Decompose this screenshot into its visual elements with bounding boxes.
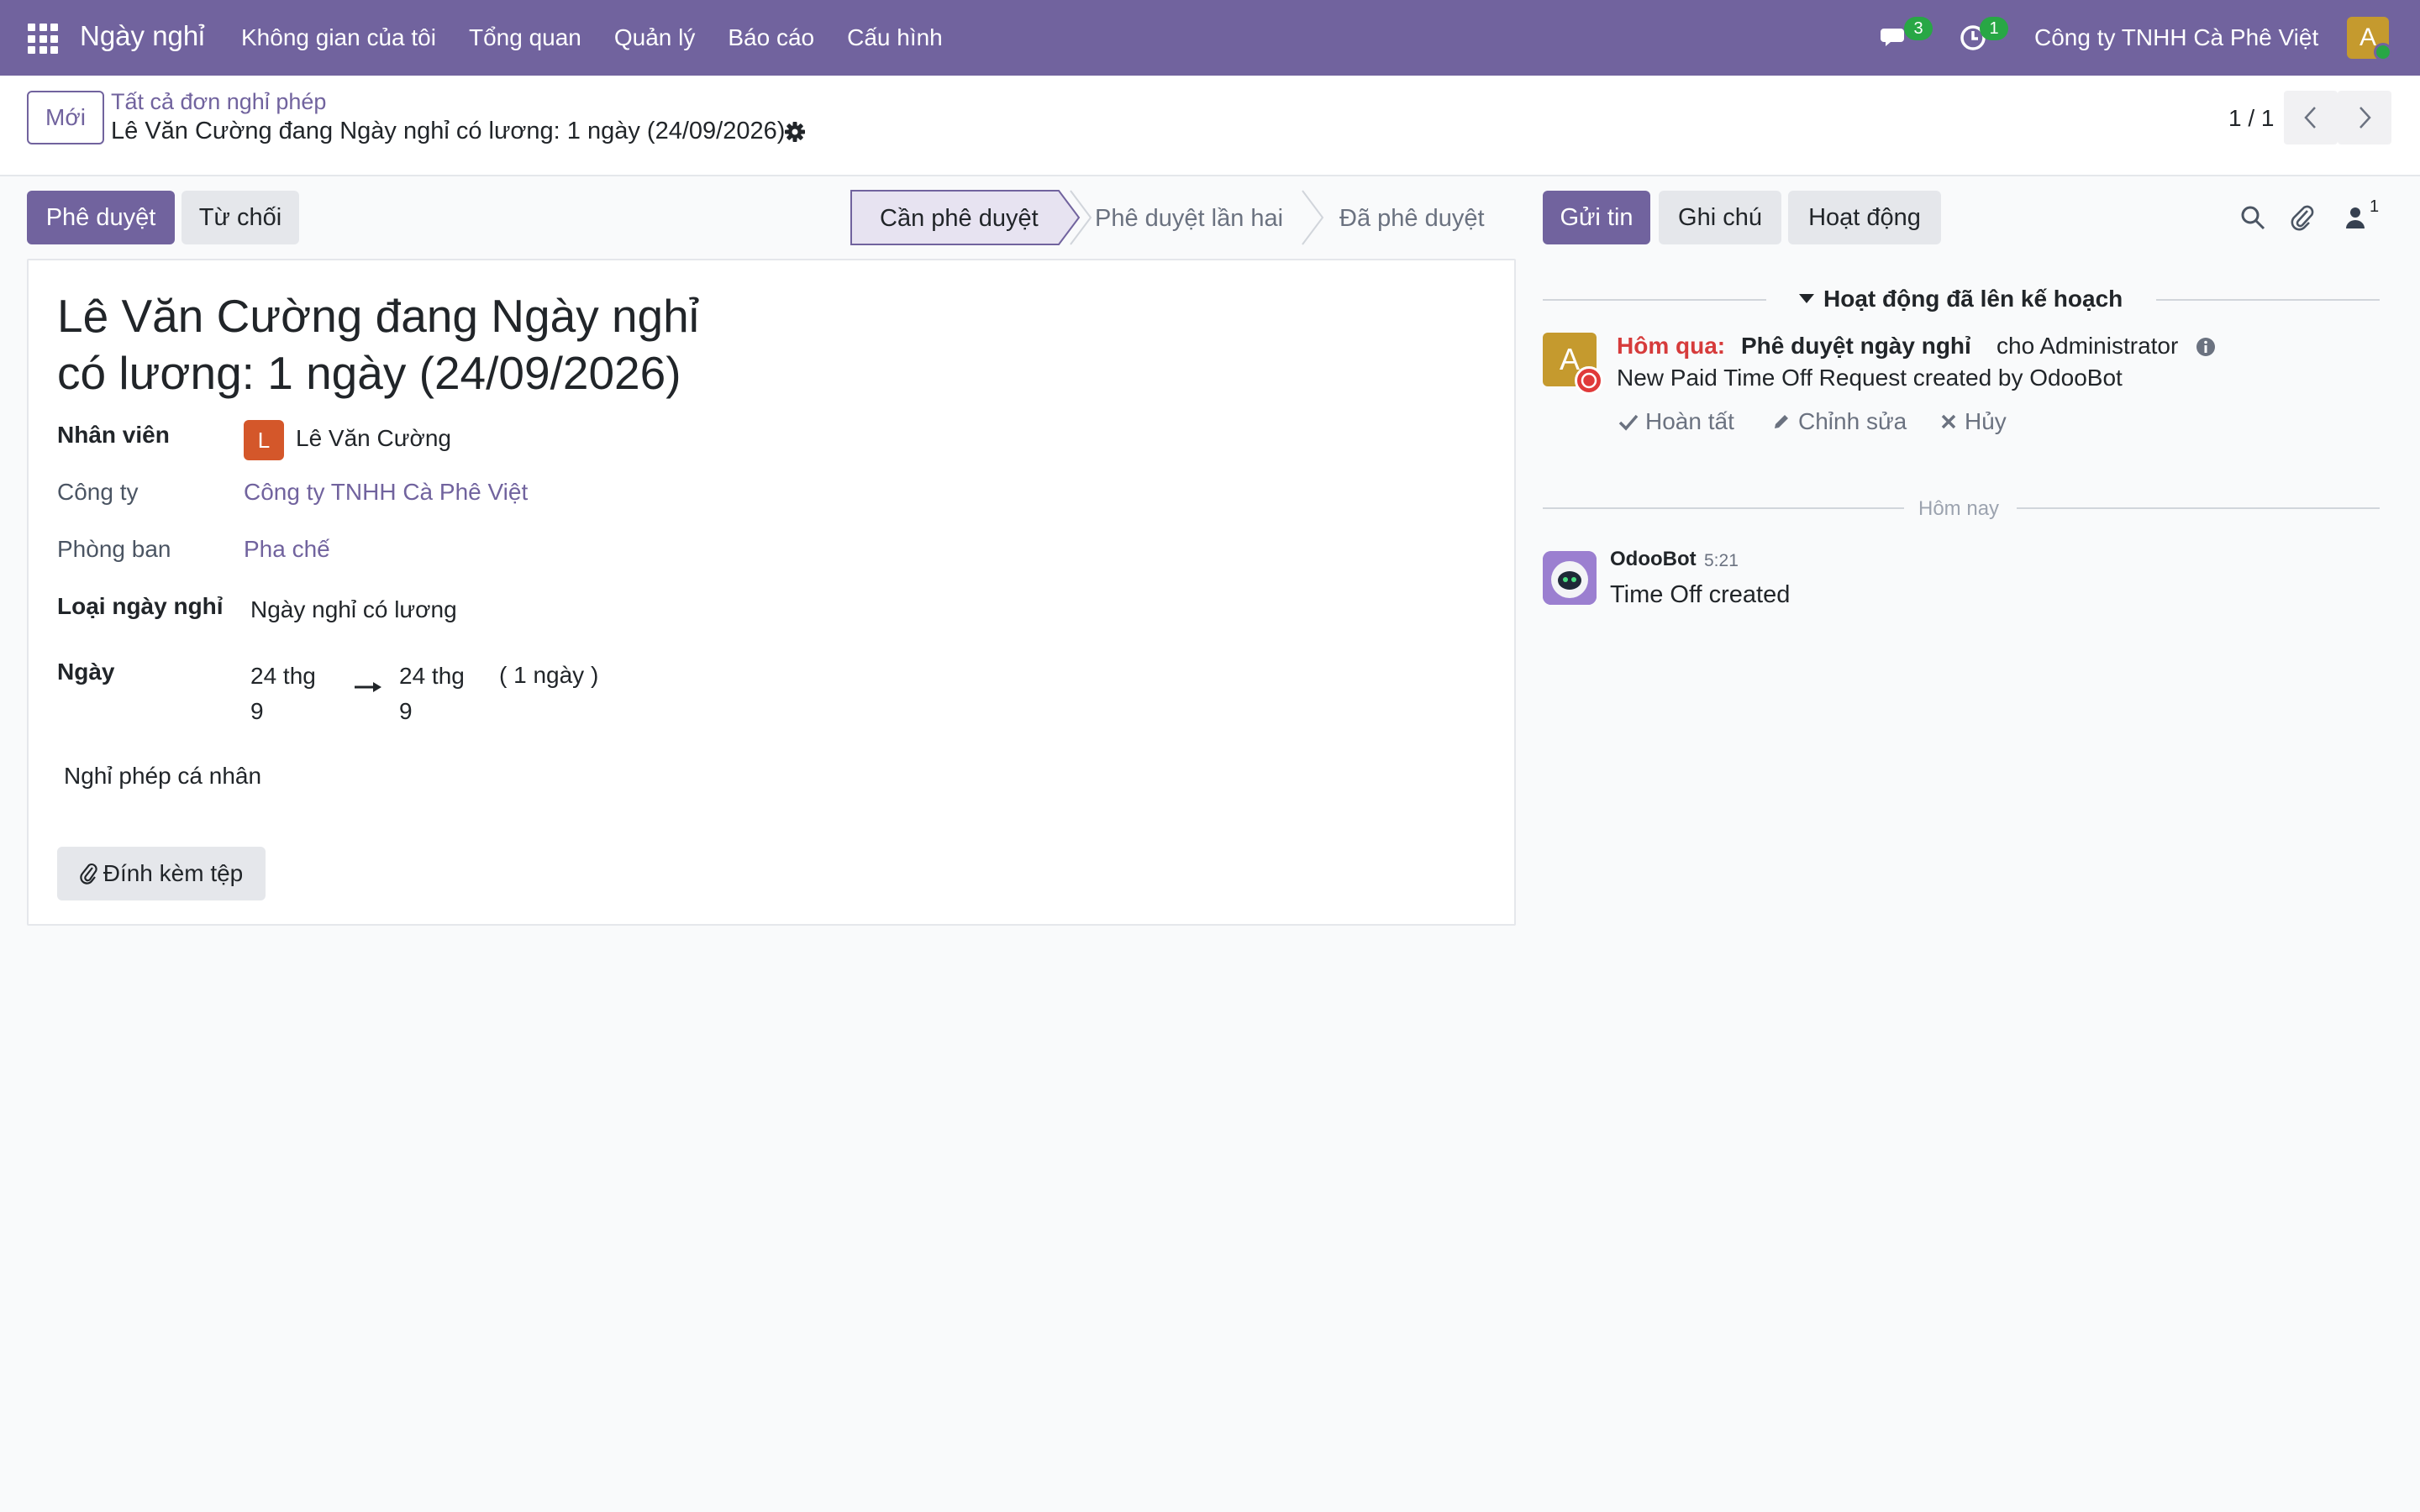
- activity-type-badge: [1575, 366, 1603, 395]
- pager-next-button[interactable]: [2338, 91, 2391, 144]
- activity-summary: Phê duyệt ngày nghỉ: [1741, 333, 1971, 359]
- search-icon[interactable]: [2238, 203, 2267, 232]
- pager-previous-button[interactable]: [2284, 91, 2338, 144]
- paperclip-icon[interactable]: [2289, 203, 2317, 232]
- status-bar: Cần phê duyệt Phê duyệt lần hai Đã phê d…: [850, 190, 1516, 245]
- app-name[interactable]: Ngày nghỉ: [80, 20, 205, 52]
- online-status-dot: [2374, 43, 2392, 61]
- arrow-right-icon: [355, 682, 381, 692]
- main-navbar: Ngày nghỉ Không gian của tôi Tổng quan Q…: [0, 0, 2420, 76]
- activity-due-label: Hôm qua:: [1617, 333, 1726, 359]
- message-author[interactable]: OdooBot: [1610, 548, 1697, 571]
- date-to-line-1: 24 thg: [399, 663, 465, 689]
- activities-button[interactable]: Hoạt động: [1788, 191, 1941, 244]
- department-link[interactable]: Pha chế: [244, 536, 330, 563]
- employee-label: Nhân viên: [57, 422, 170, 448]
- chevron-right-icon: [2360, 107, 2371, 129]
- form-sheet: Lê Văn Cường đang Ngày nghỉ có lương: 1 …: [27, 259, 1516, 926]
- send-message-button[interactable]: Gửi tin: [1543, 191, 1650, 244]
- mark-done-label: Hoàn tất: [1645, 408, 1734, 434]
- today-separator: Hôm nay: [1918, 497, 2000, 520]
- record-title: Lê Văn Cường đang Ngày nghỉ có lương: 1 …: [57, 287, 813, 402]
- date-from-field[interactable]: 24 thg 9: [250, 659, 316, 729]
- messages-count-badge: 3: [1904, 17, 1933, 40]
- check-icon: [1618, 414, 1639, 431]
- department-label: Phòng ban: [57, 536, 171, 562]
- log-note-button[interactable]: Ghi chú: [1659, 191, 1781, 244]
- cancel-activity-button[interactable]: Hủy: [1939, 408, 2007, 435]
- followers-icon[interactable]: [2341, 203, 2370, 232]
- company-switcher[interactable]: Công ty TNHH Cà Phê Việt: [2034, 24, 2318, 51]
- followers-count: 1: [2370, 197, 2380, 216]
- dates-label: Ngày: [57, 659, 115, 685]
- employee-field[interactable]: Lê Văn Cường: [296, 425, 451, 452]
- description-field[interactable]: Nghỉ phép cá nhân: [64, 763, 261, 790]
- refuse-button[interactable]: Từ chối: [182, 191, 299, 244]
- record-title-line-1: Lê Văn Cường đang Ngày nghỉ: [57, 290, 699, 342]
- pager-value[interactable]: 1 / 1: [2228, 105, 2274, 132]
- menu-overview[interactable]: Tổng quan: [469, 24, 581, 51]
- clock-icon: [1581, 372, 1597, 389]
- date-from-line-1: 24 thg: [250, 663, 316, 689]
- message-time: 5:21: [1704, 551, 1739, 570]
- edit-activity-button[interactable]: Chỉnh sửa: [1771, 408, 1907, 435]
- odoobot-avatar: [1543, 551, 1597, 605]
- stage-approved[interactable]: Đã phê duyệt: [1339, 205, 1485, 233]
- edit-activity-label: Chỉnh sửa: [1798, 408, 1907, 434]
- menu-reporting[interactable]: Báo cáo: [728, 24, 814, 51]
- approve-button[interactable]: Phê duyệt: [27, 191, 175, 244]
- company-link[interactable]: Công ty TNHH Cà Phê Việt: [244, 479, 528, 506]
- pencil-icon: [1775, 415, 1788, 428]
- breadcrumb-parent[interactable]: Tất cả đơn nghỉ phép: [111, 89, 326, 115]
- caret-down-icon[interactable]: [1798, 292, 1815, 304]
- leave-type-field[interactable]: Ngày nghỉ có lương: [250, 596, 457, 623]
- employee-avatar: L: [244, 420, 284, 460]
- leave-type-label: Loại ngày nghỉ: [57, 593, 224, 619]
- divider: [1543, 299, 1766, 301]
- control-panel: Mới Tất cả đơn nghỉ phép Lê Văn Cường đa…: [0, 76, 2420, 176]
- divider: [2156, 299, 2380, 301]
- close-icon: [1941, 414, 1956, 429]
- robot-icon: [1543, 551, 1597, 605]
- duration-value: ( 1 ngày ): [499, 662, 599, 688]
- divider: [2017, 507, 2380, 509]
- activity-note: New Paid Time Off Request created by Odo…: [1617, 365, 2123, 391]
- company-label: Công ty: [57, 479, 139, 505]
- menu-configuration[interactable]: Cấu hình: [847, 24, 943, 51]
- date-to-line-2: 9: [399, 698, 413, 724]
- divider: [1543, 507, 1904, 509]
- date-from-line-2: 9: [250, 698, 264, 724]
- chevron-left-icon: [2304, 107, 2316, 129]
- stage-second-approval[interactable]: Phê duyệt lần hai: [1095, 205, 1283, 233]
- activities-count-badge: 1: [1980, 17, 2008, 40]
- info-icon[interactable]: [2195, 336, 2217, 358]
- cancel-activity-label: Hủy: [1965, 408, 2007, 434]
- menu-my-space[interactable]: Không gian của tôi: [241, 24, 436, 51]
- mark-done-button[interactable]: Hoàn tất: [1618, 408, 1734, 435]
- app-grid-icon[interactable]: [28, 24, 58, 54]
- new-button[interactable]: Mới: [27, 91, 104, 144]
- top-menu: Không gian của tôi Tổng quan Quản lý Báo…: [241, 24, 976, 51]
- stage-to-approve[interactable]: Cần phê duyệt: [880, 205, 1039, 233]
- message-body: Time Off created: [1610, 581, 1791, 608]
- planned-activities-toggle[interactable]: Hoạt động đã lên kế hoạch: [1823, 286, 2123, 312]
- gear-icon[interactable]: [783, 120, 807, 144]
- activity-assignee: cho Administrator: [1996, 333, 2179, 359]
- attach-file-label: Đính kèm tệp: [103, 860, 244, 886]
- breadcrumb-current: Lê Văn Cường đang Ngày nghỉ có lương: 1 …: [111, 118, 786, 144]
- record-title-line-2: có lương: 1 ngày (24/09/2026): [57, 347, 681, 399]
- attach-file-button[interactable]: Đính kèm tệp: [57, 847, 266, 900]
- paperclip-icon: [80, 863, 97, 885]
- menu-management[interactable]: Quản lý: [614, 24, 696, 51]
- date-to-field[interactable]: 24 thg 9: [399, 659, 465, 729]
